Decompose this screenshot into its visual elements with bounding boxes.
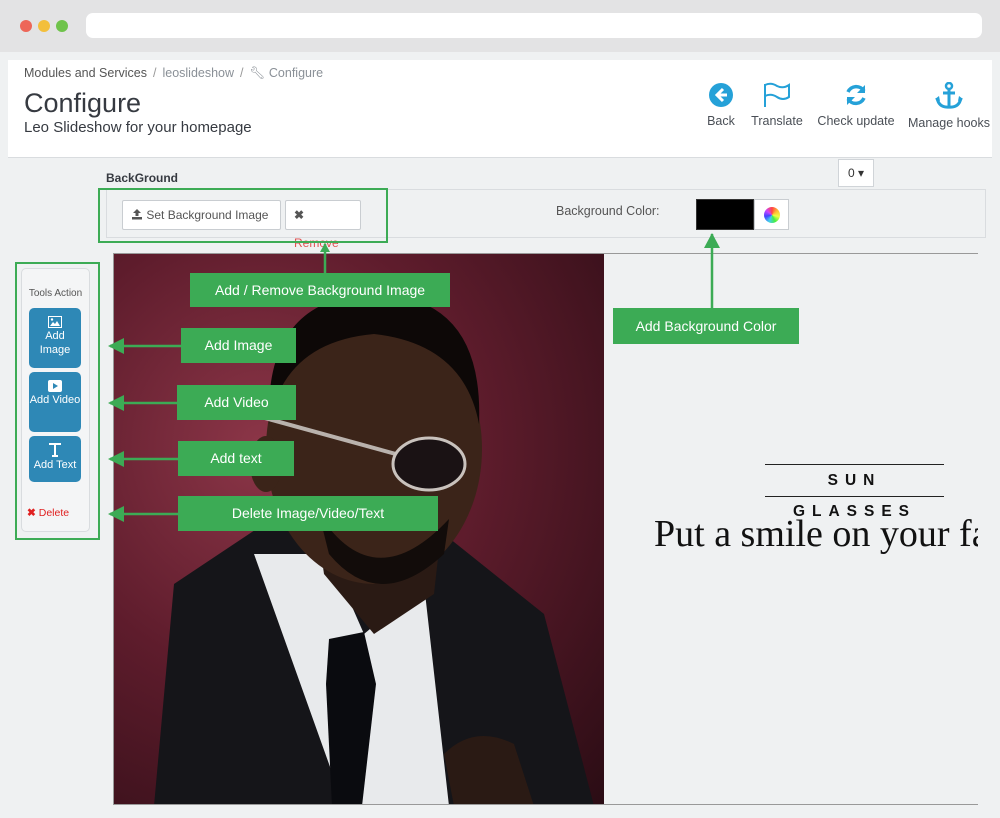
breadcrumb-leoslideshow[interactable]: leoslideshow xyxy=(162,66,234,80)
arrow-left-circle-icon xyxy=(709,83,733,107)
background-section-label: BackGround xyxy=(106,171,179,185)
background-color-label: Background Color: xyxy=(556,204,660,218)
maximize-window-dot[interactable] xyxy=(56,20,68,32)
tools-panel-highlight xyxy=(15,262,100,540)
background-color-swatch[interactable] xyxy=(696,199,754,230)
callout-delete: Delete Image/Video/Text xyxy=(178,496,438,531)
callout-add-video: Add Video xyxy=(177,385,296,420)
slide-dropdown[interactable]: 0 ▾ xyxy=(838,159,874,187)
refresh-icon xyxy=(846,84,866,106)
page-title: Configure xyxy=(24,88,142,118)
color-wheel-icon xyxy=(764,207,780,223)
slide-tagline[interactable]: Put a smile on your face xyxy=(654,512,978,556)
wrench-icon: 🔧︎ xyxy=(249,66,266,80)
flag-icon xyxy=(764,82,790,107)
translate-button[interactable]: Translate xyxy=(748,82,806,128)
page-subtitle: Leo Slideshow for your homepage xyxy=(24,119,252,136)
callout-background-image: Add / Remove Background Image xyxy=(190,273,450,307)
address-bar[interactable] xyxy=(86,13,982,38)
back-button[interactable]: Back xyxy=(698,82,744,128)
caret-down-icon: ▾ xyxy=(858,166,865,180)
slide-heading[interactable]: SUN GLASSES xyxy=(765,464,944,520)
browser-titlebar xyxy=(0,0,1000,52)
breadcrumb: Modules and Services / leoslideshow / 🔧︎ Con… xyxy=(24,66,324,80)
check-update-button[interactable]: Check update xyxy=(814,82,898,128)
translate-label: Translate xyxy=(751,114,803,128)
check-update-label: Check update xyxy=(817,114,895,128)
callout-add-image: Add Image xyxy=(181,328,296,363)
slide-dropdown-value: 0 xyxy=(847,166,855,180)
callout-add-text: Add text xyxy=(178,441,294,476)
manage-hooks-button[interactable]: Manage hooks xyxy=(906,82,992,130)
breadcrumb-configure: Configure xyxy=(268,66,324,80)
minimize-window-dot[interactable] xyxy=(38,20,50,32)
breadcrumb-modules[interactable]: Modules and Services xyxy=(24,66,147,80)
page-header: Modules and Services / leoslideshow / 🔧︎ Con… xyxy=(8,60,992,158)
back-label: Back xyxy=(707,114,735,128)
background-buttons-highlight xyxy=(98,188,388,243)
anchor-icon xyxy=(935,82,963,109)
callout-background-color: Add Background Color xyxy=(613,308,799,344)
manage-hooks-label: Manage hooks xyxy=(907,116,990,130)
color-picker-button[interactable] xyxy=(754,199,789,230)
close-window-dot[interactable] xyxy=(20,20,32,32)
